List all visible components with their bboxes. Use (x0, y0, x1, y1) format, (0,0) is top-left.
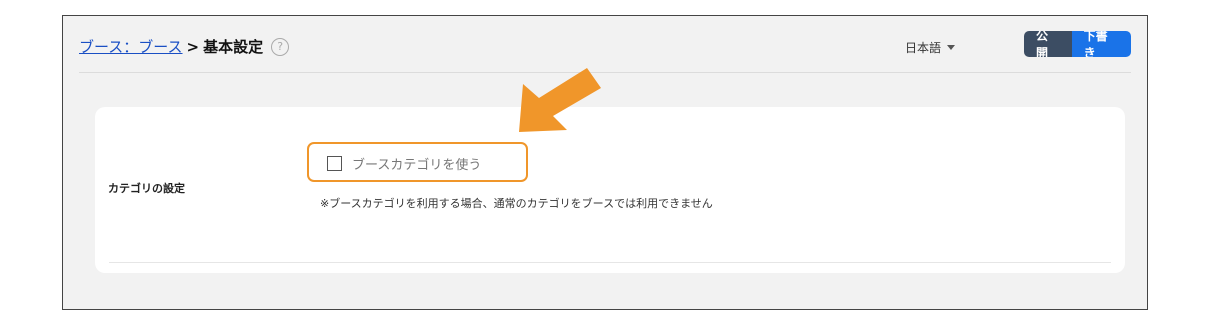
booth-category-checkbox-row[interactable]: ブースカテゴリを使う (327, 154, 481, 173)
divider (109, 262, 1111, 263)
breadcrumb: ブース：ブース > 基本設定 ? (79, 36, 290, 57)
language-select[interactable]: 日本語 (905, 39, 956, 56)
breadcrumb-link[interactable]: ブース：ブース (79, 36, 183, 57)
help-icon[interactable]: ? (271, 37, 290, 56)
page-title: 基本設定 (203, 38, 264, 56)
booth-category-checkbox-label: ブースカテゴリを使う (352, 158, 482, 173)
settings-card: カテゴリの設定 ブースカテゴリを使う ※ブースカテゴリを利用する場合、通常のカテ… (95, 107, 1125, 273)
status-toggle: 公開 下書き (1024, 31, 1131, 57)
public-button[interactable]: 公開 (1024, 31, 1072, 57)
breadcrumb-separator: > (186, 37, 200, 56)
category-setting-label: カテゴリの設定 (108, 182, 185, 195)
caret-down-icon (947, 45, 956, 50)
settings-window: ブース：ブース > 基本設定 ? 日本語 公開 下書き カテゴリの設定 ブースカ… (62, 15, 1148, 310)
booth-category-checkbox[interactable] (327, 156, 342, 171)
language-label: 日本語 (905, 41, 942, 55)
category-note: ※ブースカテゴリを利用する場合、通常のカテゴリをブースでは利用できません (320, 197, 713, 210)
draft-button[interactable]: 下書き (1071, 31, 1131, 57)
pointer-arrow-icon (519, 68, 601, 132)
